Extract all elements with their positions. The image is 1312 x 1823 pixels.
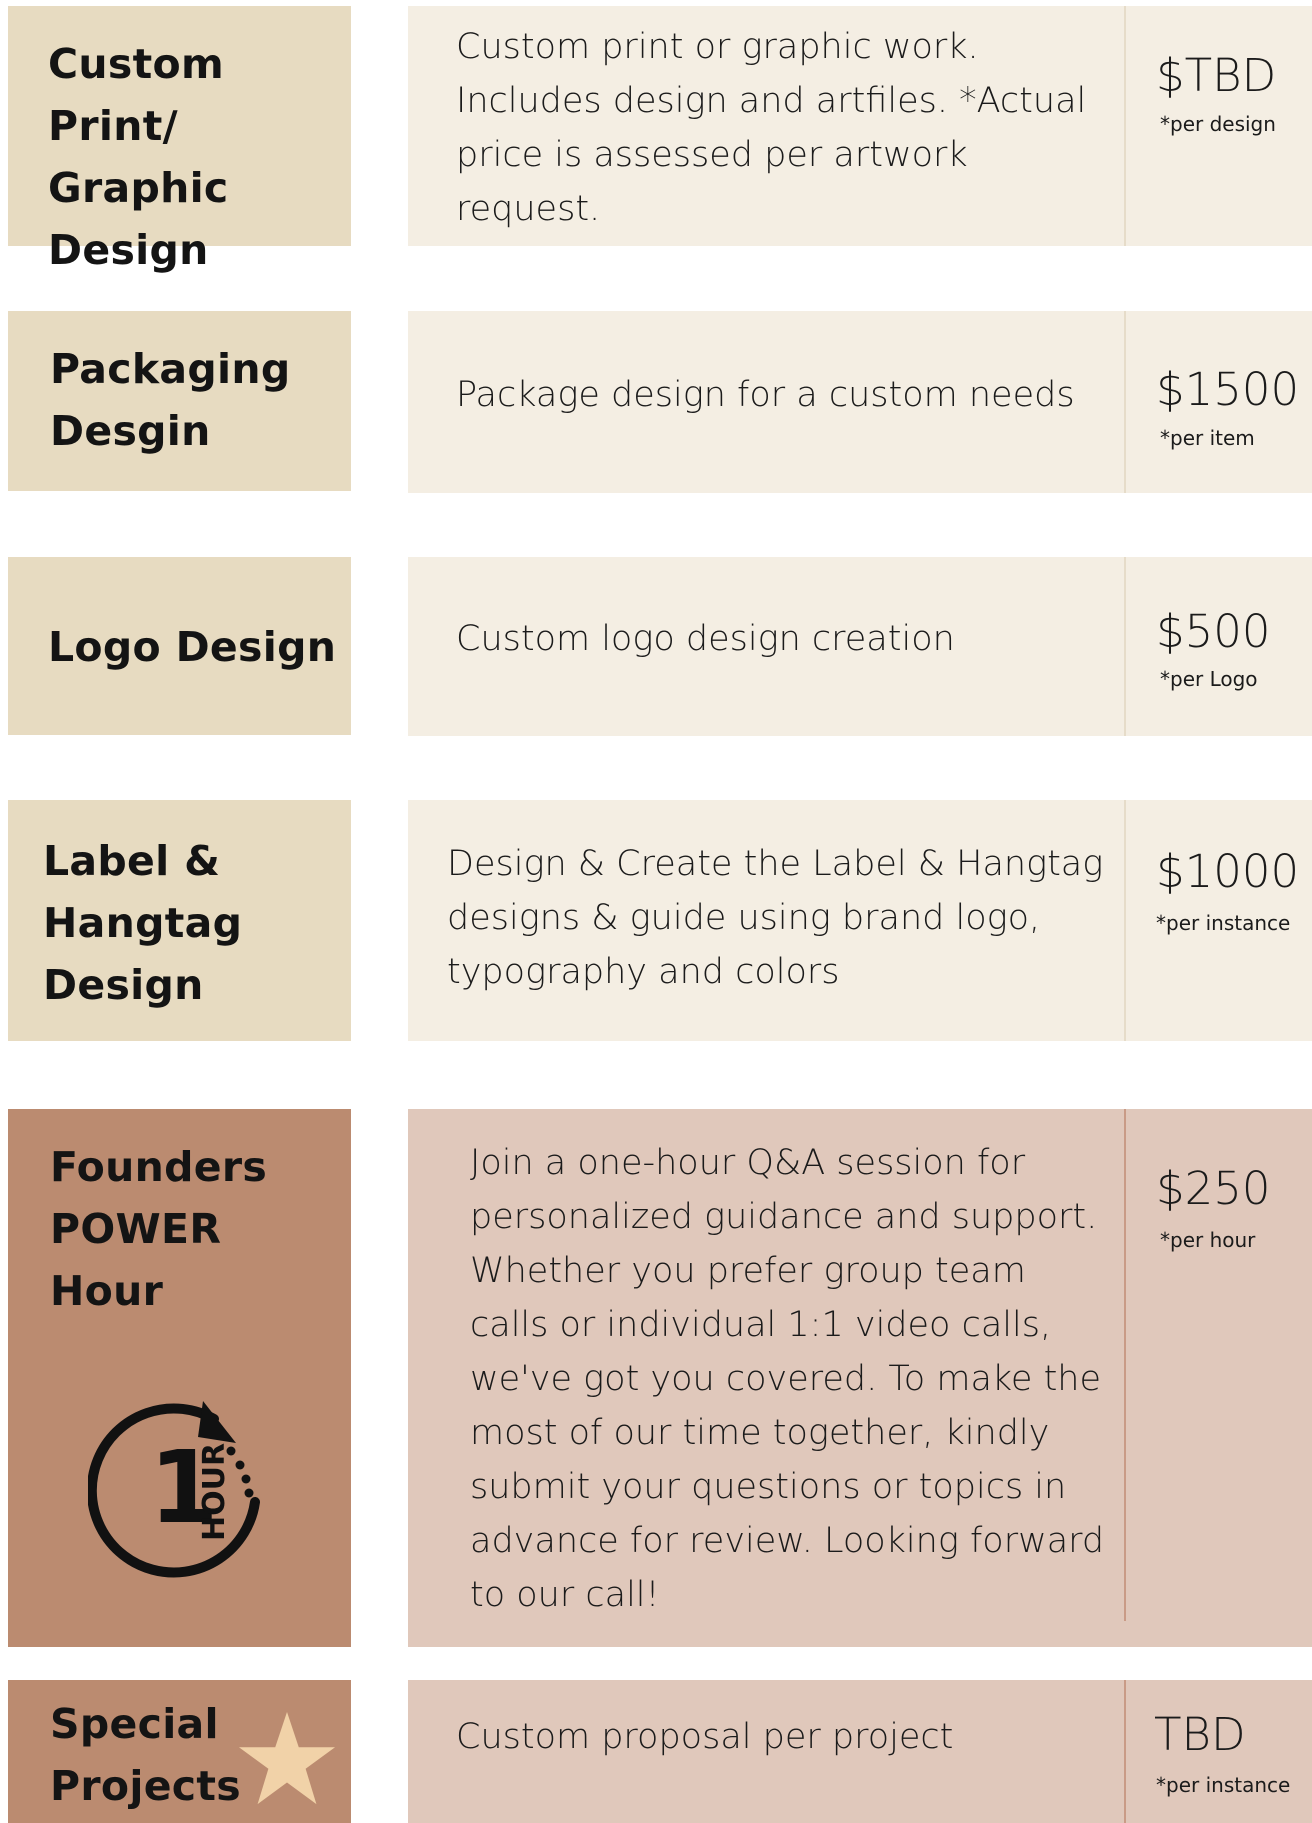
- service-title: Founders POWER Hour: [50, 1143, 268, 1315]
- column-divider: [1124, 1680, 1126, 1823]
- service-description: Custom logo design creation: [456, 619, 955, 659]
- service-row-logo: Logo Design Custom logo design creation …: [8, 557, 1312, 736]
- price-unit: *per instance: [1156, 1773, 1291, 1797]
- price-unit: *per hour: [1160, 1228, 1256, 1252]
- service-details: Custom proposal per project TBD *per ins…: [408, 1680, 1312, 1823]
- service-details: Package design for a custom needs $1500 …: [408, 311, 1312, 493]
- service-description: Design & Create the Label & Hangtag desi…: [447, 844, 1104, 992]
- column-divider: [1124, 6, 1126, 246]
- service-description: Custom print or graphic work. Includes d…: [456, 27, 1087, 229]
- service-title: Custom Print/ Graphic Design: [48, 40, 229, 274]
- service-row-special-projects: Special Projects Custom proposal per pro…: [8, 1680, 1312, 1823]
- column-divider: [1124, 557, 1126, 736]
- price-unit: *per design: [1160, 112, 1276, 136]
- service-description: Custom proposal per project: [456, 1717, 954, 1757]
- service-details: Custom logo design creation $500 *per Lo…: [408, 557, 1312, 736]
- service-price: $250: [1156, 1162, 1271, 1215]
- service-title-box: Packaging Desgin: [8, 311, 351, 491]
- price-unit: *per Logo: [1160, 667, 1258, 691]
- service-title: Logo Design: [48, 623, 337, 671]
- price-unit: *per item: [1160, 426, 1255, 450]
- service-row-founders-power-hour: Founders POWER Hour 1 HOUR Join a one-ho…: [8, 1109, 1312, 1647]
- service-title-box: Special Projects: [8, 1680, 351, 1823]
- service-price: TBD: [1154, 1708, 1246, 1761]
- column-divider: [1124, 800, 1126, 1041]
- service-details: Custom print or graphic work. Includes d…: [408, 6, 1312, 246]
- column-divider: [1124, 311, 1126, 493]
- service-details: Design & Create the Label & Hangtag desi…: [408, 800, 1312, 1041]
- service-row-label-hangtag: Label & Hangtag Design Design & Create t…: [8, 800, 1312, 1041]
- service-title: Label & Hangtag Design: [43, 837, 243, 1009]
- service-title: Packaging Desgin: [50, 345, 291, 455]
- service-row-packaging: Packaging Desgin Package design for a cu…: [8, 311, 1312, 493]
- star-icon: [238, 1710, 336, 1808]
- service-title-box: Label & Hangtag Design: [8, 800, 351, 1041]
- service-details: Join a one-hour Q&A session for personal…: [408, 1109, 1312, 1647]
- icon-word: HOUR: [197, 1443, 232, 1541]
- service-row-custom-print: Custom Print/ Graphic Design Custom prin…: [8, 6, 1312, 274]
- service-price: $1500: [1156, 363, 1300, 416]
- one-hour-clock-icon: 1 HOUR: [88, 1389, 278, 1579]
- service-price: $1000: [1156, 845, 1300, 898]
- service-title-box: Founders POWER Hour 1 HOUR: [8, 1109, 351, 1647]
- service-description: Join a one-hour Q&A session for personal…: [470, 1143, 1105, 1615]
- service-title: Special Projects: [50, 1700, 242, 1810]
- service-title-box: Custom Print/ Graphic Design: [8, 6, 351, 274]
- price-unit: *per instance: [1156, 911, 1291, 935]
- service-price: $TBD: [1156, 49, 1277, 102]
- service-description: Package design for a custom needs: [456, 375, 1075, 415]
- service-title-box: Logo Design: [8, 557, 351, 735]
- service-price: $500: [1156, 605, 1271, 658]
- column-divider: [1124, 1109, 1126, 1621]
